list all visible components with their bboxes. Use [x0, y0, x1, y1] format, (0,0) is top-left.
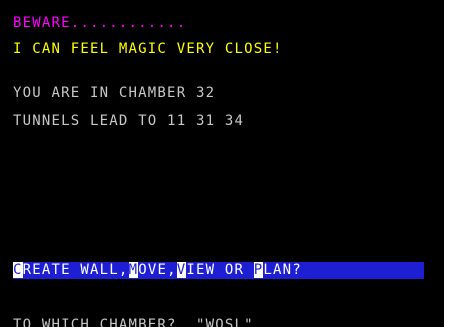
plan-key[interactable]: P — [253, 262, 264, 278]
create-wall-label: REATE WALL, — [22, 262, 129, 278]
location-text: YOU ARE IN CHAMBER 32 — [13, 85, 216, 101]
command-menu-text: CREATE WALL,MOVE,VIEW OR PLAN? — [13, 262, 302, 279]
tunnels-text: TUNNELS LEAD TO 11 31 34 — [13, 113, 245, 129]
command-menu: CREATE WALL,MOVE,VIEW OR PLAN? — [13, 262, 424, 279]
view-key[interactable]: V — [176, 262, 187, 278]
view-label: IEW OR — [186, 262, 254, 278]
magic-message: I CAN FEEL MAGIC VERY CLOSE! — [13, 41, 283, 57]
create-wall-key[interactable]: C — [13, 262, 23, 278]
move-key[interactable]: M — [128, 262, 139, 278]
game-screen: BEWARE............ I CAN FEEL MAGIC VERY… — [0, 0, 444, 327]
plan-label: LAN? — [263, 262, 302, 278]
warning-text: BEWARE............ — [13, 15, 187, 31]
move-label: OVE, — [138, 262, 177, 278]
chamber-input-prompt[interactable]: TO WHICH CHAMBER? "WOSL" — [13, 316, 254, 327]
